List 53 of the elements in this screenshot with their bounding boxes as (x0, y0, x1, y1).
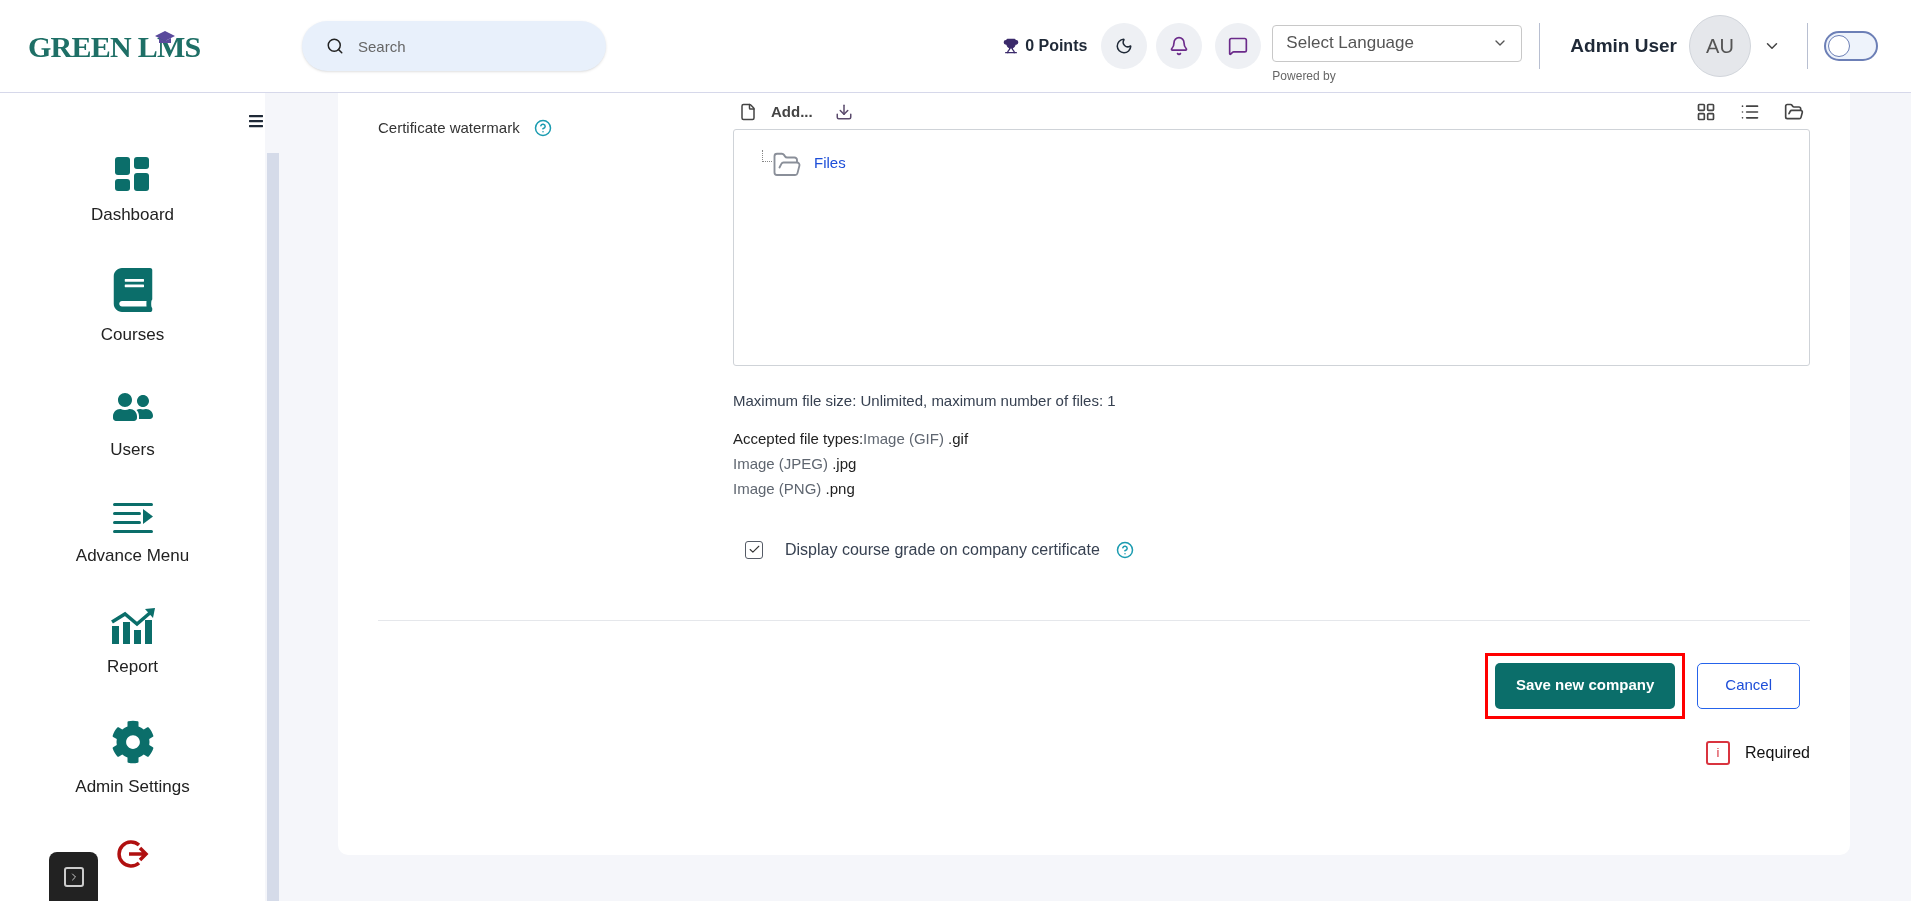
search-field[interactable]: Search (302, 21, 606, 71)
toggle-knob (1828, 35, 1850, 57)
sidebar-item[interactable]: Report (107, 608, 158, 680)
required-icon: i (1706, 740, 1731, 765)
sidebar-item[interactable]: Advance Menu (75, 502, 190, 568)
folder-icon[interactable] (1784, 102, 1804, 122)
sidebar-item[interactable] (116, 839, 149, 869)
messages-button[interactable] (1215, 23, 1262, 69)
chart-icon (110, 608, 155, 644)
add-button[interactable]: Add... (771, 100, 813, 124)
cancel-button[interactable]: Cancel (1697, 662, 1800, 709)
field-label: Certificate watermark (378, 117, 520, 138)
points-label: 0 Points (1025, 36, 1088, 56)
search-icon (326, 37, 344, 55)
expand-button[interactable] (49, 852, 98, 901)
theme-toggle[interactable] (1824, 31, 1878, 61)
save-button[interactable]: Save new company (1494, 662, 1676, 709)
sidebar-item[interactable]: Admin Settings (75, 719, 190, 799)
checkbox[interactable] (745, 540, 763, 559)
moon-icon (1115, 37, 1134, 55)
help-icon[interactable] (533, 119, 552, 137)
checkbox-label: Display course grade on company certificate (785, 539, 1100, 560)
sidebar-item[interactable]: Dashboard (90, 156, 175, 228)
folder-link[interactable]: Files (814, 151, 846, 174)
trophy-icon (1003, 38, 1020, 54)
bell-icon (1169, 36, 1190, 56)
grid-view-icon[interactable] (1696, 102, 1716, 122)
download-icon[interactable] (834, 103, 853, 121)
notifications-button[interactable] (1156, 23, 1203, 69)
logo[interactable]: GREEN LMS (28, 23, 201, 69)
file-icon[interactable] (739, 103, 757, 121)
dashboard-icon (114, 156, 151, 192)
gear-icon (110, 719, 155, 764)
list-view-icon[interactable] (1740, 102, 1760, 122)
file-type-text: Accepted file types:Image (GIF) .gif (733, 428, 970, 449)
file-type-text: Image (JPEG) .jpg (733, 453, 858, 474)
user-avatar[interactable]: AU (1689, 15, 1751, 77)
user-name: Admin User (1570, 33, 1677, 58)
language-select[interactable]: Select Language (1272, 24, 1523, 62)
powered-by-text: Powered by (1272, 67, 1337, 85)
check-icon (747, 543, 761, 556)
help-icon[interactable] (1115, 540, 1134, 559)
file-type-text: Image (PNG) .png (733, 478, 856, 499)
chat-icon (1228, 36, 1249, 56)
menu-icon[interactable] (248, 113, 264, 129)
required-text: Required (1745, 742, 1810, 763)
menu-arrow-icon (112, 502, 153, 533)
file-size-text: Maximum file size: Unlimited, maximum number of files: 1 (733, 391, 1117, 411)
dark-mode-button[interactable] (1101, 23, 1148, 69)
sidebar-item[interactable]: Users (110, 387, 155, 463)
scrollbar[interactable] (267, 153, 279, 901)
logout-icon (116, 839, 149, 869)
sidebar-item[interactable]: Courses (100, 267, 165, 347)
